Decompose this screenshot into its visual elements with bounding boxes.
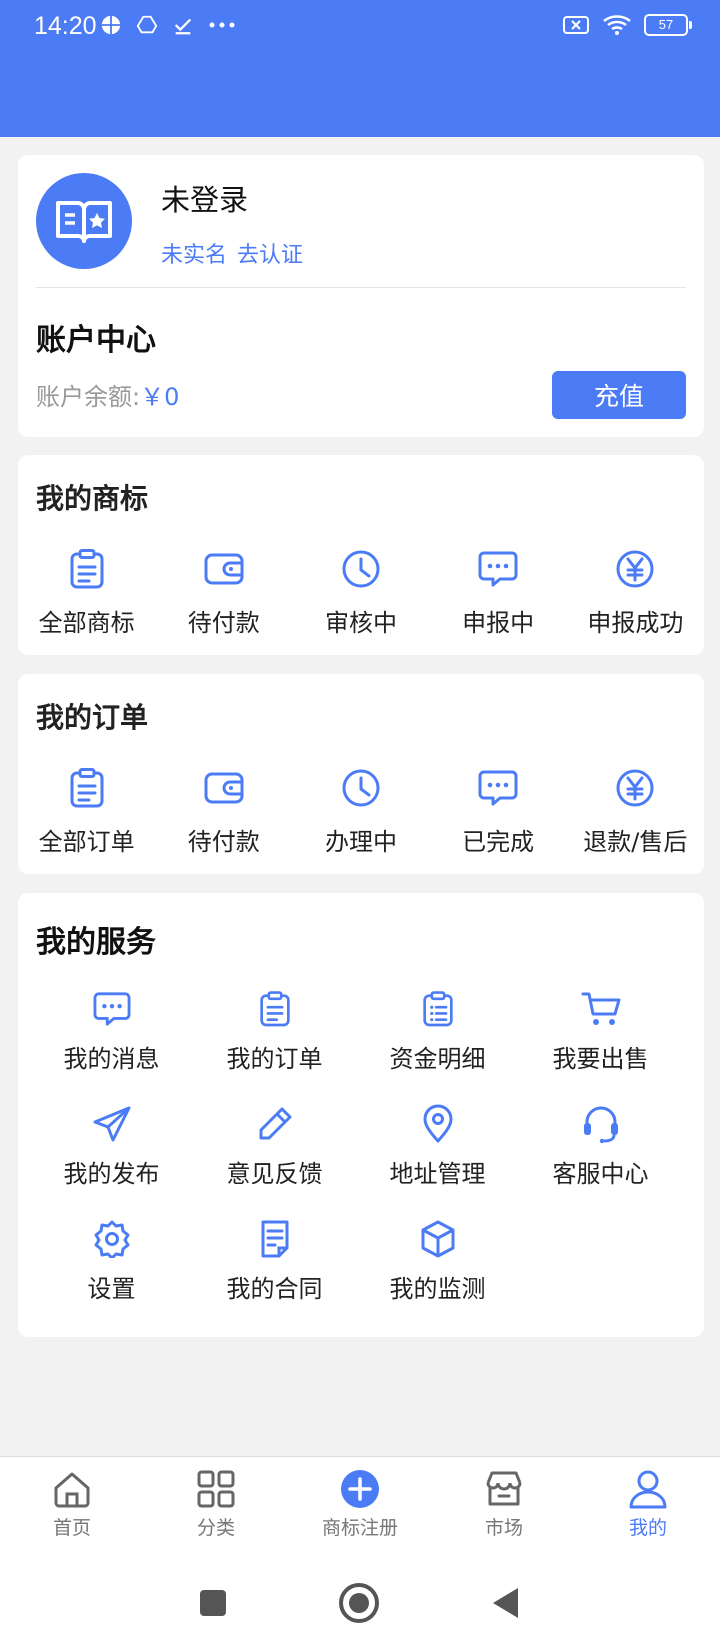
message-icon: [90, 987, 134, 1031]
clipboard-icon: [65, 547, 109, 591]
tab-home[interactable]: 首页: [0, 1457, 144, 1557]
order-card: 我的订单 全部订单 待付款 办理中 已完成 退款/售后: [18, 674, 704, 874]
store-icon: [486, 1471, 522, 1506]
trademark-success[interactable]: 申报成功: [567, 547, 704, 638]
gear-icon: [90, 1217, 134, 1261]
status-bar: 14:20 57: [0, 0, 720, 56]
check-icon: [174, 18, 192, 35]
service-address[interactable]: 地址管理: [356, 1102, 519, 1217]
headset-icon: [579, 1102, 623, 1146]
trademark-reviewing[interactable]: 审核中: [292, 547, 429, 638]
account-balance: 账户余额:￥0: [36, 377, 179, 412]
service-feedback[interactable]: 意见反馈: [193, 1102, 356, 1217]
wallet-icon: [202, 766, 246, 810]
document-icon: [253, 1217, 297, 1261]
grid-icon: [197, 1470, 235, 1508]
service-funds[interactable]: 资金明细: [356, 987, 519, 1102]
service-contracts[interactable]: 我的合同: [193, 1217, 356, 1332]
wifi-icon: [603, 15, 631, 35]
trademark-all[interactable]: 全部商标: [18, 547, 155, 638]
order-title: 我的订单: [36, 701, 149, 734]
profile-card: 未登录 未实名 去认证 账户中心 账户余额:￥0 充值: [18, 155, 704, 437]
trademark-pending-payment[interactable]: 待付款: [155, 547, 292, 638]
user-icon: [629, 1470, 667, 1509]
bottom-tab-bar: 首页 分类 商标注册 市场 我的: [0, 1456, 720, 1557]
service-settings[interactable]: 设置: [30, 1217, 193, 1332]
yen-icon: [613, 547, 657, 591]
system-nav-bar: [0, 1556, 720, 1650]
user-name[interactable]: 未登录: [161, 177, 248, 219]
service-title: 我的服务: [36, 925, 156, 960]
book-star-icon: [56, 201, 112, 243]
tab-category[interactable]: 分类: [144, 1457, 288, 1557]
service-orders[interactable]: 我的订单: [193, 987, 356, 1102]
send-icon: [90, 1102, 134, 1146]
order-refund[interactable]: 退款/售后: [567, 766, 704, 857]
verify-link[interactable]: 去认证: [237, 237, 303, 269]
drive-icon: [136, 15, 158, 34]
trademark-applying[interactable]: 申报中: [430, 547, 567, 638]
service-publish[interactable]: 我的发布: [30, 1102, 193, 1217]
clipboard-icon: [65, 766, 109, 810]
order-processing[interactable]: 办理中: [292, 766, 429, 857]
verify-status: 未实名: [161, 243, 228, 268]
trademark-title: 我的商标: [36, 482, 149, 515]
trademark-status-row: 全部商标 待付款 审核中 申报中 申报成功: [18, 547, 704, 638]
location-icon: [416, 1102, 460, 1146]
wallet-icon: [202, 547, 246, 591]
tab-mine[interactable]: 我的: [576, 1457, 720, 1557]
order-completed[interactable]: 已完成: [430, 766, 567, 857]
service-messages[interactable]: 我的消息: [30, 987, 193, 1102]
more-icon: [209, 22, 235, 28]
clock-icon: [339, 766, 383, 810]
service-grid: 我的消息 我的订单 资金明细 我要出售 我的发布 意见反馈 地址管理 客服中心: [30, 987, 682, 1332]
account-title: 账户中心: [36, 323, 156, 358]
clipboard-icon: [253, 987, 297, 1031]
service-monitor[interactable]: 我的监测: [356, 1217, 519, 1332]
box-icon: [416, 1217, 460, 1261]
home-button[interactable]: [338, 1582, 380, 1624]
header-bar: 14:20 57: [0, 0, 720, 137]
status-time: 14:20: [34, 12, 97, 40]
sim-off-icon: [563, 16, 589, 34]
divider: [36, 287, 686, 288]
chat-icon: [476, 766, 520, 810]
service-card: 我的服务 我的消息 我的订单 资金明细 我要出售 我的发布 意见反馈 地址管理: [18, 893, 704, 1337]
cart-icon: [579, 987, 623, 1031]
pinwheel-icon: [101, 15, 121, 35]
yen-icon: [613, 766, 657, 810]
pencil-icon: [253, 1102, 297, 1146]
balance-value: ￥0: [140, 383, 180, 411]
recents-button[interactable]: [198, 1588, 228, 1618]
balance-label: 账户余额:: [36, 383, 141, 411]
plus-circle-icon: [341, 1470, 379, 1508]
trademark-card: 我的商标 全部商标 待付款 审核中 申报中 申报成功: [18, 455, 704, 655]
battery-indicator: 57: [644, 14, 692, 36]
order-status-row: 全部订单 待付款 办理中 已完成 退款/售后: [18, 766, 704, 857]
list-icon: [416, 987, 460, 1031]
home-icon: [54, 1472, 90, 1508]
avatar[interactable]: [36, 173, 132, 269]
back-button[interactable]: [490, 1586, 522, 1620]
order-pending-payment[interactable]: 待付款: [155, 766, 292, 857]
clock-icon: [339, 547, 383, 591]
service-sell[interactable]: 我要出售: [519, 987, 682, 1102]
tab-market[interactable]: 市场: [432, 1457, 576, 1557]
tab-register[interactable]: 商标注册: [288, 1457, 432, 1557]
chat-icon: [476, 547, 520, 591]
recharge-button[interactable]: 充值: [552, 371, 686, 419]
order-all[interactable]: 全部订单: [18, 766, 155, 857]
service-support[interactable]: 客服中心: [519, 1102, 682, 1217]
